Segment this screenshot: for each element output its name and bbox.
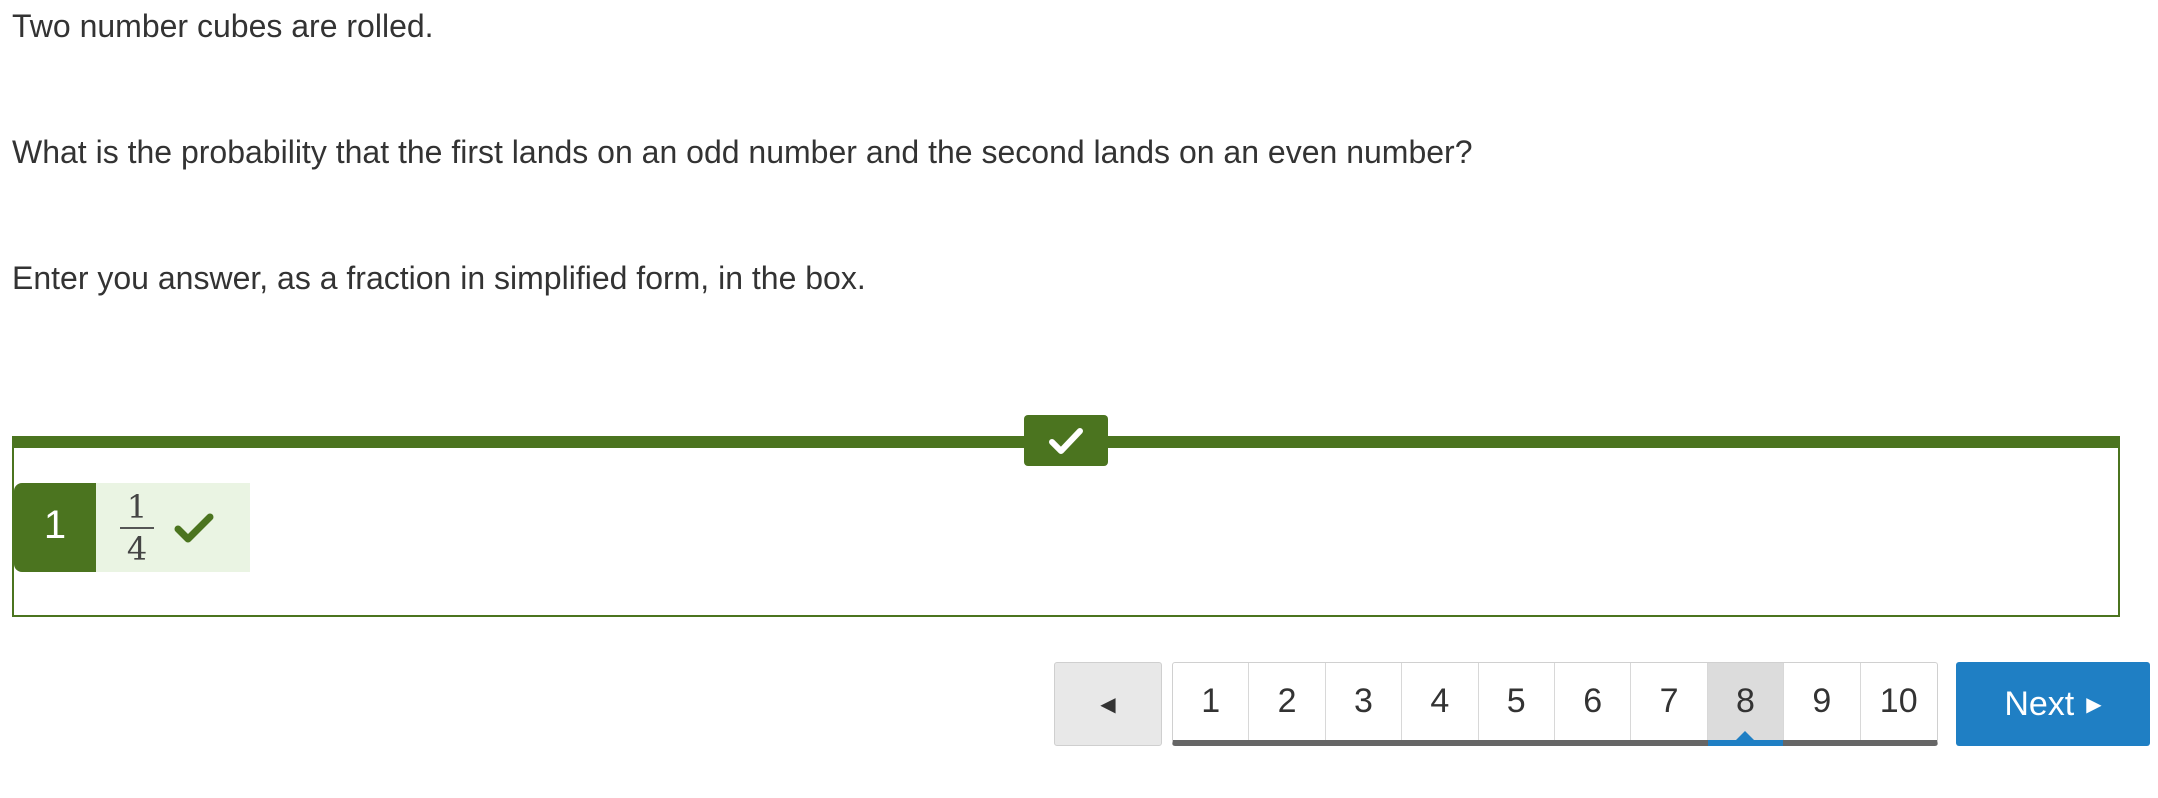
page-button-8-current[interactable]: 8 [1707, 663, 1785, 746]
fraction-bar [120, 526, 154, 529]
page-button-9[interactable]: 9 [1784, 663, 1861, 740]
page-button-6[interactable]: 6 [1555, 663, 1632, 740]
next-button[interactable]: Next ▶ [1956, 662, 2150, 746]
previous-button[interactable]: ◀ [1054, 662, 1162, 746]
response-row: 1 1 4 [14, 483, 250, 572]
triangle-right-icon: ▶ [2086, 693, 2102, 716]
fraction-numerator: 1 [126, 487, 148, 526]
check-icon [1049, 427, 1083, 454]
response-value: 1 4 [96, 483, 250, 572]
question-intro: Two number cubes are rolled. [12, 8, 434, 44]
question-instructions: Enter you answer, as a fraction in simpl… [12, 260, 866, 296]
page-button-2[interactable]: 2 [1249, 663, 1326, 740]
page-button-5[interactable]: 5 [1479, 663, 1555, 740]
page-button-3[interactable]: 3 [1326, 663, 1403, 740]
page-button-4[interactable]: 4 [1402, 663, 1479, 740]
check-icon [174, 513, 214, 542]
question-prompt: What is the probability that the first l… [12, 134, 1473, 170]
fraction-denominator: 4 [126, 529, 148, 568]
page-button-7[interactable]: 7 [1631, 663, 1708, 740]
correct-status-badge [1024, 415, 1108, 466]
next-button-label: Next [2004, 684, 2075, 723]
page-button-10[interactable]: 10 [1861, 663, 1937, 740]
page-button-1[interactable]: 1 [1173, 663, 1250, 740]
answer-fraction: 1 4 [120, 489, 154, 567]
question-pager: 1 2 3 4 5 6 7 8 9 10 [1172, 662, 1938, 746]
triangle-left-icon: ◀ [1100, 693, 1116, 716]
response-index: 1 [14, 483, 96, 572]
